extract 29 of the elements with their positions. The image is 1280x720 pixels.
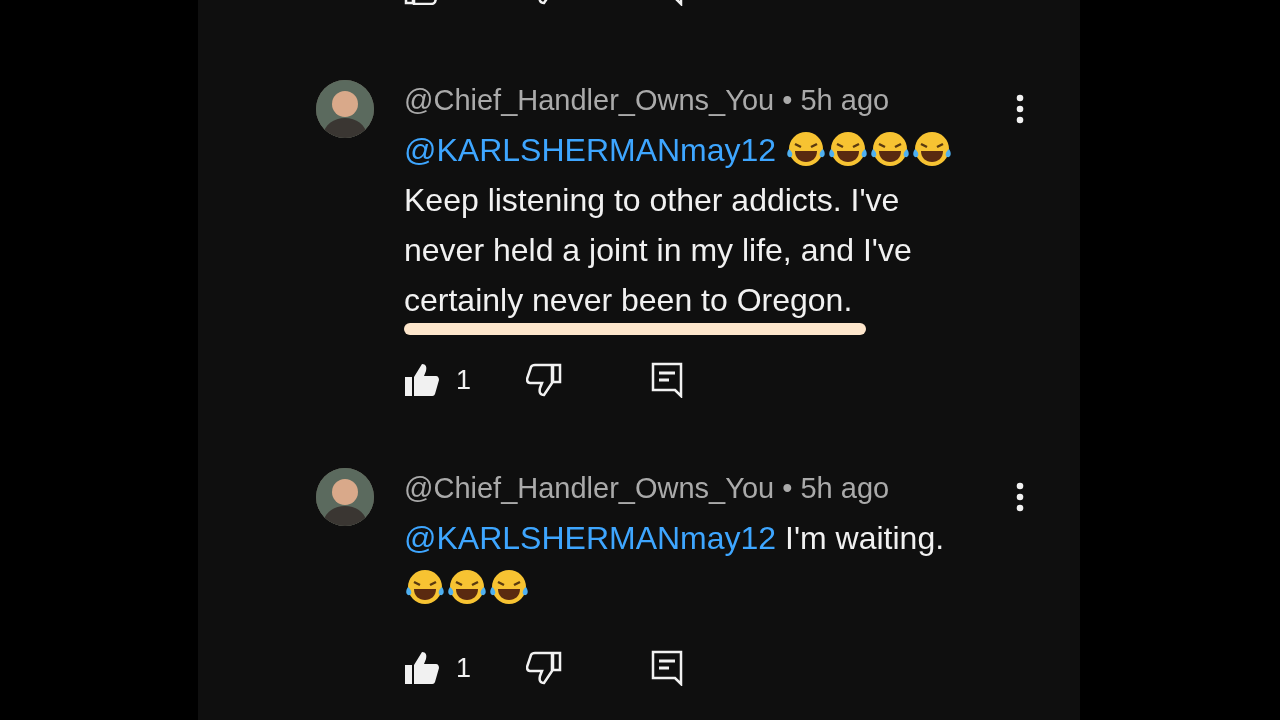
reply-icon[interactable] xyxy=(651,362,683,398)
like-count: 1 xyxy=(456,364,473,396)
thumbs-up-icon[interactable] xyxy=(404,651,440,685)
more-icon[interactable] xyxy=(1016,482,1024,512)
laughing-face-icon xyxy=(912,131,953,167)
laughing-face-icon xyxy=(405,569,445,605)
laughing-face-icon xyxy=(447,569,487,605)
reply-icon[interactable] xyxy=(651,650,683,686)
comment-text: I'm waiting. xyxy=(785,519,945,558)
author-name[interactable]: @Chief_Handler_Owns_You xyxy=(404,84,775,116)
avatar[interactable] xyxy=(316,468,374,526)
timestamp: 5h ago xyxy=(800,472,890,504)
author-name[interactable]: @Chief_Handler_Owns_You xyxy=(404,472,775,504)
thumbs-up-icon[interactable] xyxy=(404,363,440,397)
thumbs-down-icon[interactable] xyxy=(526,651,562,685)
avatar[interactable] xyxy=(316,80,374,138)
laughing-face-icon xyxy=(786,131,827,167)
laughing-face-icon xyxy=(489,569,529,605)
comment-text: Keep listening to other addicts. I've never held a joint in my life, and I've certainly never been to Oregon. xyxy=(404,181,913,320)
thumbs-down-icon[interactable] xyxy=(526,363,562,397)
laughing-face-icon xyxy=(828,131,869,167)
timestamp: 5h ago xyxy=(800,84,890,116)
like-count: 1 xyxy=(456,652,473,684)
more-icon[interactable] xyxy=(1016,94,1024,124)
laughing-face-icon xyxy=(870,131,911,167)
mention-link[interactable]: @KARLSHERMANmay12 xyxy=(404,132,777,168)
separator: • xyxy=(782,472,793,504)
mention-link[interactable]: @KARLSHERMANmay12 xyxy=(404,520,777,556)
separator: • xyxy=(782,84,793,116)
